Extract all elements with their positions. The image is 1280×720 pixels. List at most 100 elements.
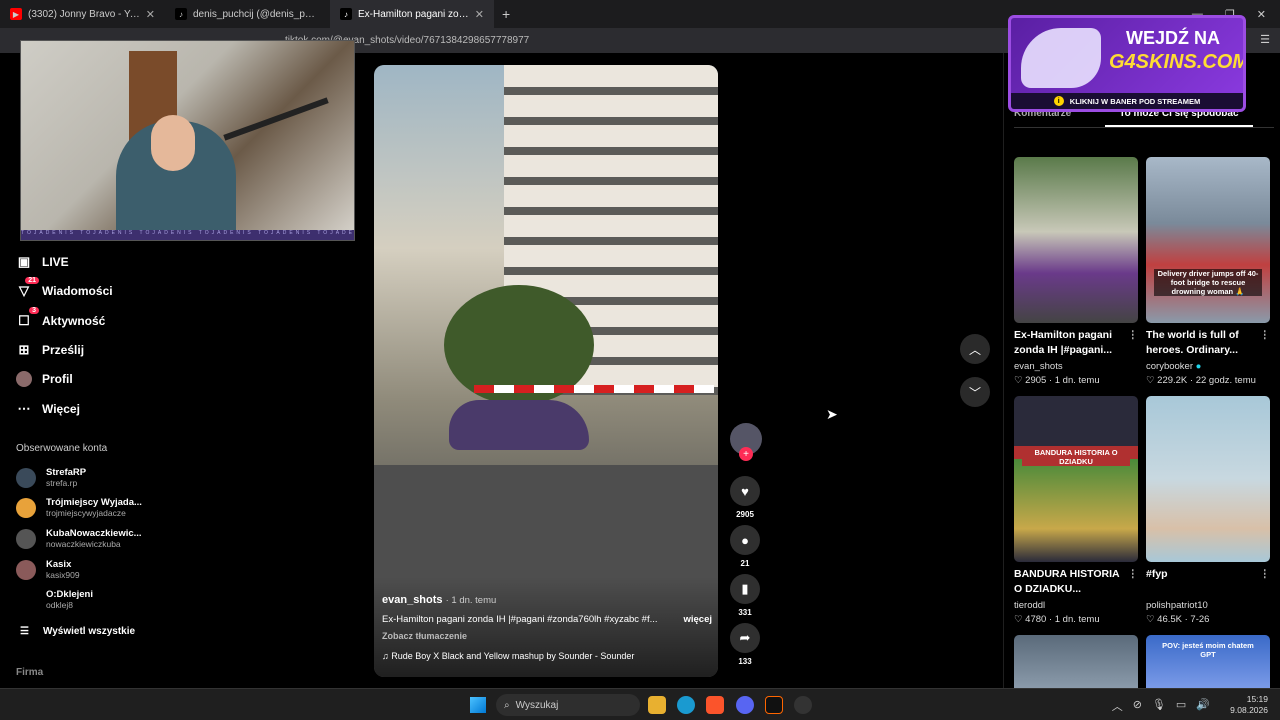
more-button[interactable]: więcej xyxy=(683,614,712,625)
sidebar-item-label: LIVE xyxy=(42,255,69,269)
heart-icon[interactable]: ♥ xyxy=(730,476,760,506)
more-options-icon[interactable]: ⋮ xyxy=(1128,328,1139,343)
more-options-icon[interactable]: ⋮ xyxy=(1260,328,1271,343)
share-action[interactable]: ➦ 133 xyxy=(728,623,762,666)
ad-footer: i KLIKNIJ W BANER POD STREAMEM xyxy=(1011,93,1243,109)
more-options-icon[interactable]: ⋮ xyxy=(1260,567,1271,582)
streamer-head xyxy=(151,115,195,171)
webcam-strip: TOJADENIS TOJADENIS TOJADENIS TOJADENIS … xyxy=(21,230,354,240)
followed-account[interactable]: StrefaRP strefa.rp xyxy=(16,467,146,488)
video-thumbnail[interactable] xyxy=(1014,635,1138,688)
video-card[interactable]: BANDURA HISTORIA O DZIADKU BANDURA HISTO… xyxy=(1014,396,1138,625)
brave-icon[interactable] xyxy=(706,696,724,714)
info-icon: i xyxy=(1053,96,1064,106)
account-name: KubaNowaczkiewic... xyxy=(46,528,142,539)
share-count: 133 xyxy=(738,657,752,666)
account-handle: kasix909 xyxy=(46,570,80,580)
sidebar-item-more[interactable]: ⋯ Więcej xyxy=(16,401,80,417)
sidebar-item-label: Aktywność xyxy=(42,314,106,328)
browser-tab-tiktok-video[interactable]: ♪ Ex-Hamilton pagani zonda IH ✕ xyxy=(330,0,494,28)
sidebar-item-upload[interactable]: ⊞ Prześlij xyxy=(16,342,84,358)
video-thumbnail[interactable]: POV: jesteś moim chatem GPT xyxy=(1146,635,1270,688)
followed-account[interactable]: KubaNowaczkiewic... nowaczkiewiczkuba xyxy=(16,528,146,549)
author-name[interactable]: evan_shots xyxy=(382,594,443,606)
video-card[interactable]: Ex-Hamilton pagani zonda IH |#pagani... ⋮… xyxy=(1014,157,1138,386)
video-car xyxy=(449,400,589,450)
upload-icon: ⊞ xyxy=(18,342,30,357)
share-icon[interactable]: ➦ xyxy=(730,623,760,653)
followed-account[interactable]: Trójmiejscy Wyjada... trojmiejscywyjadacz… xyxy=(16,497,146,518)
previous-video-button[interactable]: ︿ xyxy=(960,334,990,364)
volume-icon[interactable]: 🔊 xyxy=(1196,698,1210,714)
follow-plus-icon[interactable]: + xyxy=(739,447,753,461)
video-thumbnail[interactable]: BANDURA HISTORIA O DZIADKU xyxy=(1014,396,1138,562)
video-card[interactable] xyxy=(1014,635,1138,688)
description-text: Ex-Hamilton pagani zonda IH |#pagani #zo… xyxy=(382,614,658,625)
translate-link[interactable]: Zobacz tłumaczenie xyxy=(382,631,712,641)
followed-account[interactable]: O:Dklejeni odklej8 xyxy=(16,589,146,610)
mouse-cursor-icon: ➤ xyxy=(826,406,838,422)
like-action[interactable]: ♥ 2905 xyxy=(728,476,762,519)
video-thumbnail[interactable] xyxy=(1146,396,1270,562)
taskbar-clock[interactable]: 15:19 9.08.2026 xyxy=(1230,694,1268,716)
show-all-button[interactable]: ☰ Wyświetl wszystkie xyxy=(20,626,135,637)
avatar xyxy=(16,559,36,580)
sidebar-item-messages[interactable]: ▽ 21 Wiadomości xyxy=(16,277,113,299)
video-author[interactable]: evan_shots · 1 dn. temu xyxy=(382,594,712,606)
card-author[interactable]: evan_shots xyxy=(1014,361,1138,372)
card-author[interactable]: corybooker ● xyxy=(1146,361,1270,372)
video-thumbnail[interactable] xyxy=(1014,157,1138,323)
microphone-icon[interactable]: 🎙 xyxy=(1152,698,1166,714)
followed-account[interactable]: Kasix kasix909 xyxy=(16,559,146,580)
browser-tab-youtube[interactable]: ▶ (3302) Jonny Bravo - YouTube ✕ xyxy=(0,0,165,28)
save-action[interactable]: ▮ 331 xyxy=(728,574,762,617)
taskbar-search[interactable]: ⌕ Wyszukaj xyxy=(496,694,640,716)
sidebar-item-activity[interactable]: ☐ 3 Aktywność xyxy=(16,307,106,329)
footer-company-link[interactable]: Firma xyxy=(16,667,43,678)
account-name: Kasix xyxy=(46,559,72,570)
g4skins-ad-banner[interactable]: WEJDŹ NA G4SKINS.COM i KLIKNIJ W BANER PO… xyxy=(1008,15,1246,112)
card-author[interactable]: tieroddl xyxy=(1014,600,1138,611)
thumbnail-caption: BANDURA HISTORIA O DZIADKU xyxy=(1022,448,1130,466)
thumbnail-caption: Delivery driver jumps off 40-foot bridge… xyxy=(1154,269,1262,296)
save-count: 331 xyxy=(738,608,752,617)
sidebar-item-profile[interactable]: Profil xyxy=(16,371,73,387)
card-author-name[interactable]: corybooker xyxy=(1146,361,1193,372)
windows-start-icon[interactable] xyxy=(470,697,486,713)
windows-taskbar: ⌕ Wyszukaj ︿ ⊘ 🎙 ▭ 🔊 15:19 9.08.2026 xyxy=(0,688,1280,720)
app-icon[interactable] xyxy=(765,696,783,714)
sidebar-item-live[interactable]: ▣ LIVE xyxy=(16,254,69,270)
card-title: #fyp ⋮ xyxy=(1146,567,1270,597)
comment-action[interactable]: ● 21 xyxy=(728,525,762,568)
video-card[interactable]: Delivery driver jumps off 40-foot bridge… xyxy=(1146,157,1270,386)
edge-icon[interactable] xyxy=(677,696,695,714)
obs-icon[interactable] xyxy=(794,696,812,714)
comment-icon[interactable]: ● xyxy=(730,525,760,555)
search-icon: ⌕ xyxy=(504,699,510,711)
chevron-up-icon[interactable]: ︿ xyxy=(1112,698,1123,714)
ad-domain: G4SKINS.COM xyxy=(1109,51,1246,73)
network-icon[interactable]: ⊘ xyxy=(1133,698,1142,714)
close-window-icon[interactable]: ✕ xyxy=(1257,8,1266,21)
discord-icon[interactable] xyxy=(736,696,754,714)
close-tab-icon[interactable]: ✕ xyxy=(146,8,155,21)
next-video-button[interactable]: ﹀ xyxy=(960,377,990,407)
close-tab-icon[interactable]: ✕ xyxy=(475,8,484,21)
video-card[interactable]: POV: jesteś moim chatem GPT xyxy=(1146,635,1270,688)
menu-icon[interactable]: ☰ xyxy=(1260,33,1270,46)
author-avatar[interactable]: + xyxy=(730,423,762,461)
sidebar-item-label: Prześlij xyxy=(42,343,85,357)
display-icon[interactable]: ▭ xyxy=(1176,698,1186,714)
video-thumbnail[interactable]: Delivery driver jumps off 40-foot bridge… xyxy=(1146,157,1270,323)
browser-tab-tiktok-profile[interactable]: ♪ denis_puchcij (@denis_puchcij) | TikT xyxy=(165,0,330,28)
comment-count: 21 xyxy=(740,559,750,568)
video-player[interactable] xyxy=(374,65,718,677)
more-options-icon[interactable]: ⋮ xyxy=(1128,567,1139,582)
file-explorer-icon[interactable] xyxy=(648,696,666,714)
account-handle: nowaczkiewiczkuba xyxy=(46,539,121,549)
music-link[interactable]: ♫ Rude Boy X Black and Yellow mashup by … xyxy=(382,651,712,661)
card-author[interactable]: polishpatriot10 xyxy=(1146,600,1270,611)
new-tab-button[interactable]: + xyxy=(502,6,510,22)
video-card[interactable]: #fyp ⋮ polishpatriot10 ♡ 46.5K · 7-26 xyxy=(1146,396,1270,625)
bookmark-icon[interactable]: ▮ xyxy=(730,574,760,604)
